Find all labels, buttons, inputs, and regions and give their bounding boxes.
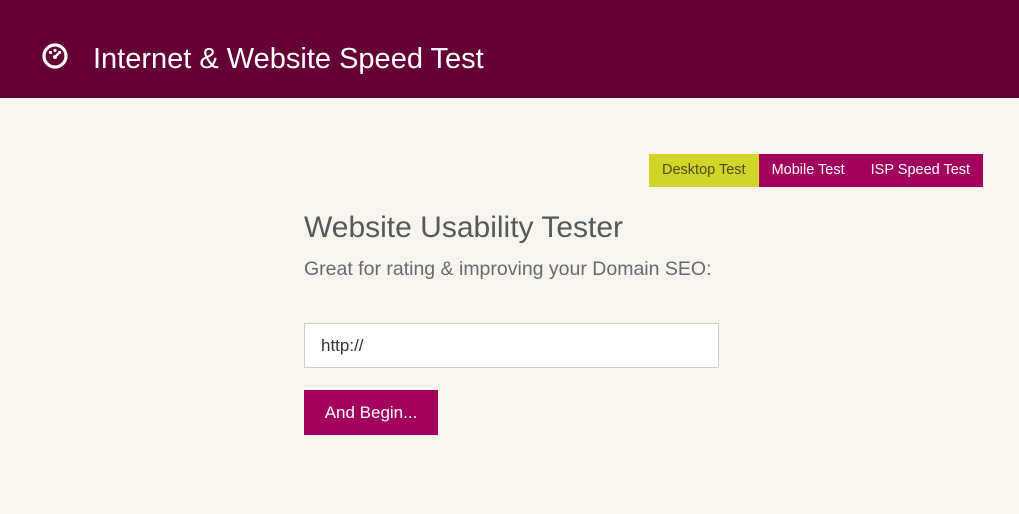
begin-button[interactable]: And Begin... [304,390,438,435]
tab-isp-speed-test[interactable]: ISP Speed Test [857,154,984,187]
url-input[interactable] [304,323,719,368]
page-heading: Website Usability Tester [304,211,624,244]
speedometer-icon[interactable] [41,42,69,70]
site-title[interactable]: Internet & Website Speed Test [93,40,484,78]
tab-desktop-test[interactable]: Desktop Test [649,154,759,187]
site-header: Internet & Website Speed Test [0,0,1019,98]
test-type-tabs: Desktop Test Mobile Test ISP Speed Test [649,154,984,187]
tab-mobile-test[interactable]: Mobile Test [758,154,858,187]
page-subheading: Great for rating & improving your Domain… [304,258,712,280]
